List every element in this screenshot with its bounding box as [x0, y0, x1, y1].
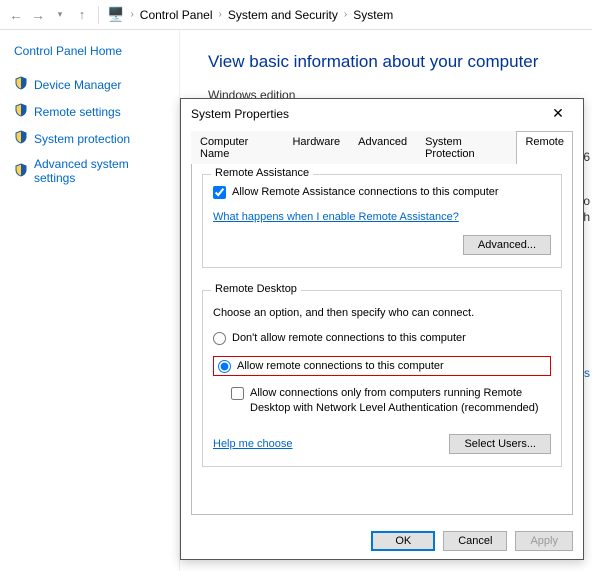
computer-icon: 🖥️	[107, 6, 124, 23]
chevron-right-icon: ›	[344, 9, 347, 20]
allow-remote-assistance-checkbox[interactable]	[213, 186, 226, 199]
allow-remote-highlight: Allow remote connections to this compute…	[213, 356, 551, 377]
group-title: Remote Desktop	[211, 283, 301, 295]
tab-panel-remote: Remote Assistance Allow Remote Assistanc…	[191, 164, 573, 515]
breadcrumb-system[interactable]: System	[353, 8, 393, 22]
remote-desktop-instructions: Choose an option, and then specify who c…	[213, 307, 551, 319]
sidebar-item-remote-settings[interactable]: Remote settings	[14, 103, 169, 120]
select-users-button[interactable]: Select Users...	[449, 434, 551, 454]
apply-button[interactable]: Apply	[515, 531, 573, 551]
shield-icon	[14, 103, 28, 120]
allow-remote-assistance-row[interactable]: Allow Remote Assistance connections to t…	[213, 185, 551, 200]
dialog-titlebar: System Properties ✕	[181, 99, 583, 128]
sidebar-item-system-protection[interactable]: System protection	[14, 130, 169, 147]
checkbox-label: Allow connections only from computers ru…	[250, 386, 551, 416]
back-icon[interactable]: ←	[8, 7, 24, 23]
sidebar-item-label: System protection	[34, 132, 130, 146]
dont-allow-remote-row[interactable]: Don't allow remote connections to this c…	[213, 331, 551, 346]
tab-strip: Computer Name Hardware Advanced System P…	[191, 130, 573, 164]
dialog-title: System Properties	[191, 107, 289, 121]
nla-row[interactable]: Allow connections only from computers ru…	[231, 386, 551, 416]
forward-icon[interactable]: →	[30, 7, 46, 23]
control-panel-home-link[interactable]: Control Panel Home	[14, 44, 169, 58]
shield-icon	[14, 130, 28, 147]
tab-computer-name[interactable]: Computer Name	[191, 131, 283, 164]
tab-system-protection[interactable]: System Protection	[416, 131, 516, 164]
remote-assistance-advanced-button[interactable]: Advanced...	[463, 235, 551, 255]
close-icon[interactable]: ✕	[541, 105, 575, 122]
dont-allow-remote-radio[interactable]	[213, 332, 226, 345]
breadcrumb-control-panel[interactable]: Control Panel	[140, 8, 213, 22]
sidebar-item-device-manager[interactable]: Device Manager	[14, 76, 169, 93]
sidebar-item-label: Remote settings	[34, 105, 121, 119]
tab-remote[interactable]: Remote	[516, 131, 573, 164]
dialog-button-row: OK Cancel Apply	[181, 523, 583, 559]
sidebar-item-advanced-system-settings[interactable]: Advanced system settings	[14, 157, 169, 185]
page-title: View basic information about your comput…	[208, 52, 574, 72]
shield-icon	[14, 76, 28, 93]
sidebar-item-label: Device Manager	[34, 78, 121, 92]
group-title: Remote Assistance	[211, 167, 313, 179]
sidebar: Control Panel Home Device Manager Remote…	[0, 30, 180, 571]
allow-remote-row[interactable]: Allow remote connections to this compute…	[218, 359, 546, 374]
allow-remote-radio[interactable]	[218, 360, 231, 373]
radio-label: Allow remote connections to this compute…	[237, 359, 444, 374]
checkbox-label: Allow Remote Assistance connections to t…	[232, 185, 499, 200]
help-me-choose-link[interactable]: Help me choose	[213, 438, 293, 450]
nla-checkbox[interactable]	[231, 387, 244, 400]
radio-label: Don't allow remote connections to this c…	[232, 331, 466, 346]
chevron-right-icon: ›	[219, 9, 222, 20]
sidebar-item-label: Advanced system settings	[34, 157, 169, 185]
remote-assistance-group: Remote Assistance Allow Remote Assistanc…	[202, 174, 562, 268]
ok-button[interactable]: OK	[371, 531, 435, 551]
divider	[98, 6, 99, 24]
tab-hardware[interactable]: Hardware	[283, 131, 349, 164]
breadcrumb-system-security[interactable]: System and Security	[228, 8, 338, 22]
address-bar: ← → ▾ ↑ 🖥️ › Control Panel › System and …	[0, 0, 592, 30]
partial-link[interactable]: s	[584, 366, 590, 380]
remote-assistance-help-link[interactable]: What happens when I enable Remote Assist…	[213, 210, 459, 225]
shield-icon	[14, 163, 28, 180]
up-icon[interactable]: ↑	[74, 7, 90, 22]
remote-desktop-group: Remote Desktop Choose an option, and the…	[202, 290, 562, 467]
system-properties-dialog: System Properties ✕ Computer Name Hardwa…	[180, 98, 584, 560]
chevron-right-icon: ›	[130, 9, 133, 20]
history-dropdown-icon[interactable]: ▾	[52, 9, 68, 20]
tab-advanced[interactable]: Advanced	[349, 131, 416, 164]
cancel-button[interactable]: Cancel	[443, 531, 507, 551]
